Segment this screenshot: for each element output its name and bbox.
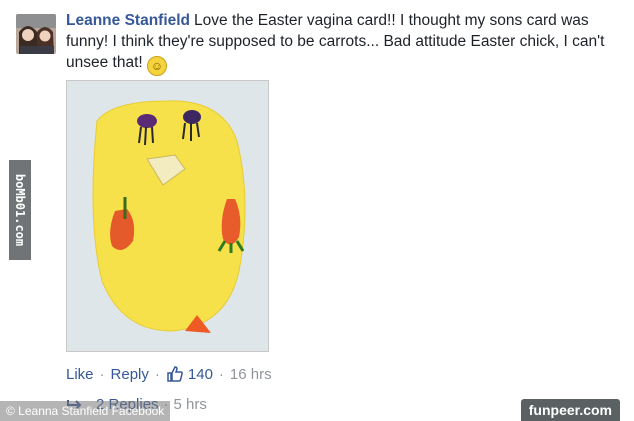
separator-dot: · [218, 365, 224, 383]
comment-photo[interactable] [66, 80, 269, 352]
photo-credit: © Leanna Stanfield Facebook [0, 401, 171, 421]
side-watermark: boMb01.com [9, 160, 31, 260]
replies-timestamp: 5 hrs [173, 396, 207, 413]
like-link[interactable]: Like [66, 366, 94, 383]
comment-body: Leanne Stanfield Love the Easter vagina c… [66, 10, 626, 76]
reply-link[interactable]: Reply [111, 366, 149, 383]
like-count[interactable]: 140 [188, 366, 213, 383]
side-watermark-text: boMb01.com [13, 173, 27, 247]
comment-author-link[interactable]: Leanne Stanfield [66, 12, 190, 29]
avatar[interactable] [16, 14, 56, 54]
laughing-emoji-icon: ☺ [147, 56, 168, 76]
thumbs-up-icon[interactable] [166, 365, 184, 383]
separator-dot: · [154, 365, 160, 383]
comment-actions: Like · Reply · 140 · 16 hrs [66, 365, 272, 383]
comment-timestamp[interactable]: 16 hrs [230, 366, 272, 383]
separator-dot: · [99, 365, 105, 383]
brand-watermark: funpeer.com [520, 399, 620, 421]
